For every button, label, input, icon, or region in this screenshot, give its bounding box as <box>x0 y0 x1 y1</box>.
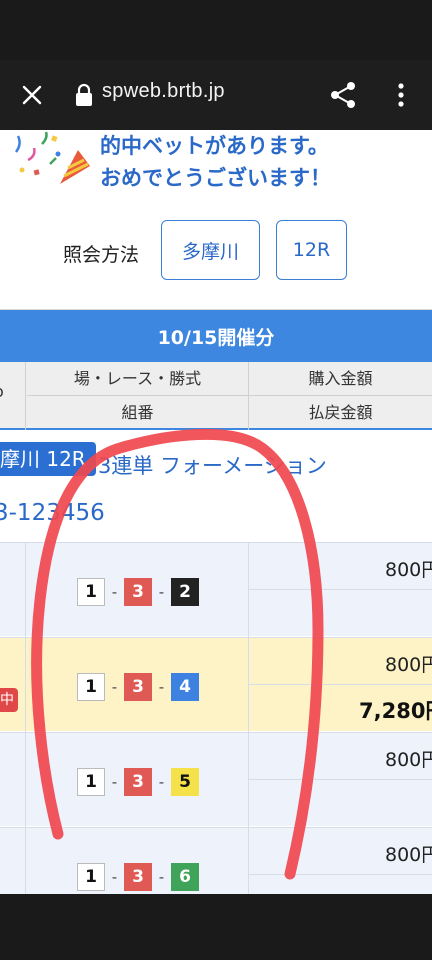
race-button[interactable]: 12R <box>276 220 347 280</box>
purchase-amount: 800円 <box>385 844 432 866</box>
payout-amount: 7,280円 <box>359 699 432 723</box>
boat-number-1: 1 <box>77 768 105 796</box>
race-badge[interactable]: 摩川 12R <box>0 442 96 476</box>
bet-left-cell <box>0 733 26 827</box>
boat-number-4: 4 <box>171 673 199 701</box>
boat-number-3: 3 <box>124 768 152 796</box>
boat-combination: 1-3-6 <box>77 863 199 891</box>
bet-left-cell: 中 <box>0 638 26 732</box>
bet-row: 1-3-6 800円 <box>0 827 432 894</box>
boat-number-1: 1 <box>77 863 105 891</box>
phone-screen: spweb.brtb.jp 的中ベットがあります。 おめでとうございます！ 照会… <box>0 0 432 960</box>
lock-icon <box>76 83 92 106</box>
share-icon <box>331 82 355 108</box>
boat-number-3: 3 <box>124 673 152 701</box>
more-vert-icon <box>398 83 404 107</box>
boat-number-3: 3 <box>124 578 152 606</box>
purchase-amount: 800円 <box>385 559 432 581</box>
combo-dash: - <box>111 773 118 791</box>
bet-row: 1-3-2 800円 <box>0 542 432 637</box>
bet-left-cell <box>0 828 26 894</box>
bet-row: 中1-3-4800円7,280円 <box>0 637 432 732</box>
combo-dash: - <box>158 773 165 791</box>
share-button[interactable] <box>326 77 362 113</box>
purchase-amount: 800円 <box>385 654 432 676</box>
boat-number-1: 1 <box>77 578 105 606</box>
navigation-bar <box>0 894 432 960</box>
payout-cell <box>249 780 432 827</box>
boat-number-3: 3 <box>124 863 152 891</box>
congrats-line1: 的中ベットがあります。 <box>100 134 329 158</box>
date-header: 10/15開催分 <box>0 310 432 362</box>
venue-button[interactable]: 多摩川 <box>161 220 260 280</box>
combination-cell: 1-3-6 <box>27 828 249 894</box>
payout-cell: 7,280円 <box>249 685 432 732</box>
congrats-banner: 的中ベットがあります。 おめでとうございます！ <box>0 130 432 200</box>
purchase-amount-cell: 800円 <box>249 733 432 780</box>
bet-row: 1-3-5 800円 <box>0 732 432 827</box>
combo-dash: - <box>158 583 165 601</box>
payout-cell <box>249 875 432 894</box>
status-bar <box>0 0 432 60</box>
url-text[interactable]: spweb.brtb.jp <box>102 80 225 103</box>
combo-dash: - <box>111 868 118 886</box>
purchase-amount-cell: 800円 <box>249 543 432 590</box>
combo-dash: - <box>111 583 118 601</box>
bet-left-cell <box>0 543 26 637</box>
boat-number-5: 5 <box>171 768 199 796</box>
purchase-amount: 800円 <box>385 749 432 771</box>
more-menu-button[interactable] <box>386 77 416 113</box>
combination-cell: 1-3-2 <box>27 543 249 637</box>
close-button[interactable] <box>14 77 50 113</box>
combo-dash: - <box>158 678 165 696</box>
boat-number-1: 1 <box>77 673 105 701</box>
boat-combination: 1-3-4 <box>77 673 199 701</box>
close-icon <box>22 85 42 105</box>
browser-toolbar: spweb.brtb.jp <box>0 60 432 130</box>
race-info-row: 摩川 12R 3連単 フォーメーション 3-123456 <box>0 430 432 542</box>
combo-dash: - <box>158 868 165 886</box>
boat-number-6: 6 <box>171 863 199 891</box>
boat-combination: 1-3-2 <box>77 578 199 606</box>
table-header: o 場・レース・勝式 購入金額 組番 払戻金額 <box>0 362 432 430</box>
ticket-number: 3-123456 <box>0 500 105 526</box>
boat-number-2: 2 <box>171 578 199 606</box>
combination-cell: 1-3-4 <box>27 638 249 732</box>
bet-type: 3連単 フォーメーション <box>98 454 327 478</box>
payout-cell <box>249 590 432 637</box>
web-content: 的中ベットがあります。 おめでとうございます！ 照会方法 多摩川 12R 10/… <box>0 130 432 894</box>
header-payout-amount: 払戻金額 <box>308 403 373 422</box>
party-popper-icon <box>14 131 90 184</box>
combination-cell: 1-3-5 <box>27 733 249 827</box>
purchase-amount-cell: 800円 <box>249 828 432 875</box>
header-purchase-amount: 購入金額 <box>249 362 432 396</box>
boat-combination: 1-3-5 <box>77 768 199 796</box>
hit-badge: 中 <box>0 688 18 712</box>
combo-dash: - <box>111 678 118 696</box>
congrats-line2: おめでとうございます！ <box>100 166 331 190</box>
header-left-partial: o <box>0 382 4 401</box>
purchase-amount-cell: 800円 <box>249 638 432 685</box>
header-left-cell: o <box>0 362 26 430</box>
header-venue-race-type: 場・レース・勝式 <box>27 362 249 396</box>
header-combination: 組番 <box>27 396 249 430</box>
inquiry-method-label: 照会方法 <box>63 244 140 266</box>
